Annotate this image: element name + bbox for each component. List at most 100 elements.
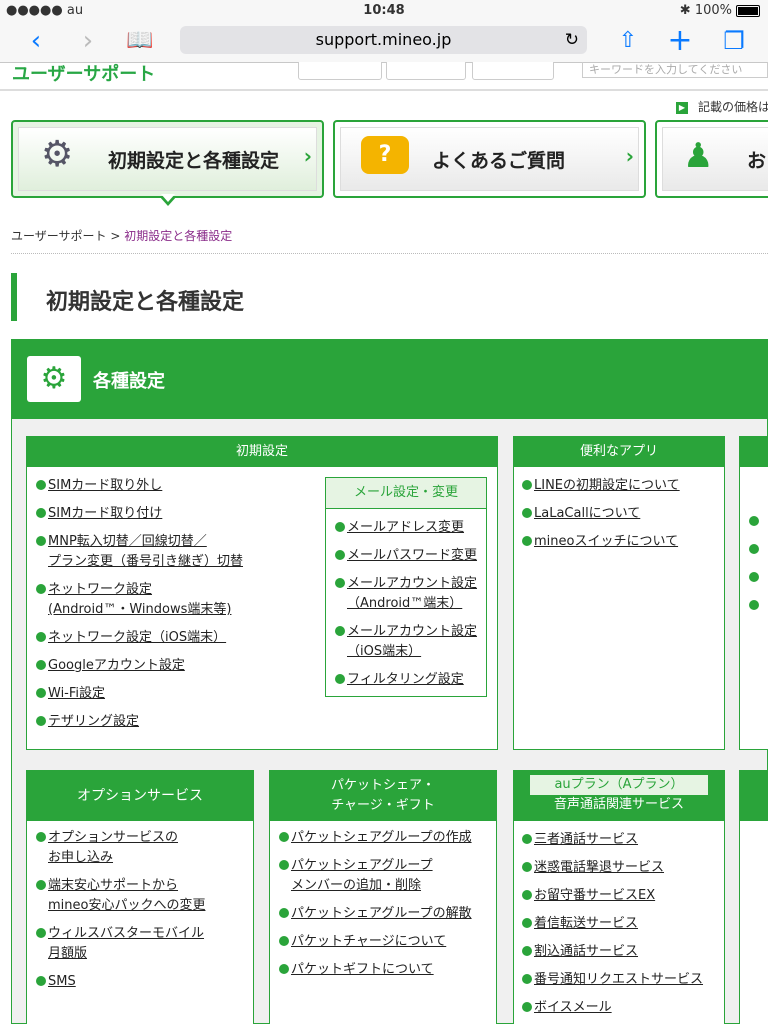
bullet-icon: [522, 480, 532, 490]
bullet-icon: [36, 832, 46, 842]
list-item[interactable]: ボイスメール: [522, 998, 612, 1018]
list-item[interactable]: ネットワーク設定（iOS端末）: [36, 628, 226, 648]
back-icon[interactable]: ‹: [18, 26, 54, 56]
bullet-icon: [36, 536, 46, 546]
header-button-2[interactable]: [386, 62, 466, 80]
bullet-icon: [279, 832, 289, 842]
breadcrumb: ユーザーサポート > 初期設定と各種設定: [11, 229, 233, 243]
list-item[interactable]: メールアカウント設定 （Android™端末）: [335, 574, 477, 614]
clock: 10:48: [363, 3, 405, 18]
person-desk-icon: ♟: [683, 136, 714, 176]
box-title: 便利なアプリ: [514, 437, 724, 467]
address-bar[interactable]: support.mineo.jp ↻: [180, 26, 587, 54]
box-title: auプラン（Aプラン） 音声通話関連サービス: [514, 771, 724, 821]
bullet-icon: [279, 908, 289, 918]
list-item[interactable]: 端末安心サポートから mineo安心パックへの変更: [36, 876, 205, 916]
list-item[interactable]: LaLaCallについて: [522, 504, 640, 524]
tabs-icon[interactable]: ❐: [716, 26, 752, 56]
list-item[interactable]: パケットギフトについて: [279, 960, 434, 980]
box-title: オプションサービス: [27, 771, 253, 821]
chevron-right-icon: ›: [625, 144, 634, 168]
list-item[interactable]: お留守番サービスEX: [522, 886, 655, 906]
list-item[interactable]: フィルタリング設定: [335, 670, 464, 690]
list-item[interactable]: オプションサービスの お申し込み: [36, 828, 178, 868]
bullet-icon: [36, 584, 46, 594]
bullet-icon: [522, 946, 532, 956]
nav-third[interactable]: ♟ お: [655, 120, 768, 198]
page-title: 初期設定と各種設定: [46, 290, 245, 315]
bullet-icon: [522, 508, 532, 518]
list-item[interactable]: MNP転入切替／回線切替／ プラン変更（番号引き継ぎ）切替: [36, 532, 243, 572]
mail-box-title: メール設定・変更: [326, 478, 486, 509]
bullet-icon: [749, 600, 759, 610]
list-item[interactable]: Wi-Fi設定: [36, 684, 105, 704]
list-item[interactable]: メールパスワード変更: [335, 546, 477, 566]
gear-notebook-icon: ⚙: [41, 134, 74, 175]
bullet-icon: [36, 480, 46, 490]
bullet-icon: [36, 688, 46, 698]
bullet-icon: [522, 1002, 532, 1012]
bullet-icon: [335, 550, 345, 560]
chevron-right-icon: ›: [303, 144, 312, 168]
bullet-icon: [36, 508, 46, 518]
box-partial-right: [739, 436, 768, 750]
header-button-1[interactable]: [298, 62, 382, 80]
box-partial-right-2: [739, 770, 768, 1024]
list-item[interactable]: 番号通知リクエストサービス: [522, 970, 703, 990]
reload-icon[interactable]: ↻: [565, 26, 579, 54]
price-note-link[interactable]: ▶ 記載の価格は: [676, 98, 768, 115]
list-item[interactable]: SIMカード取り外し: [36, 476, 162, 496]
active-pointer: [159, 194, 177, 206]
keyword-search-input[interactable]: キーワードを入力してください: [582, 62, 768, 78]
list-item[interactable]: LINEの初期設定について: [522, 476, 680, 496]
list-item[interactable]: 迷惑電話撃退サービス: [522, 858, 664, 878]
list-item[interactable]: パケットシェアグループの解散: [279, 904, 472, 924]
nav-faq[interactable]: ? よくあるご質問 ›: [333, 120, 646, 198]
bookmarks-icon[interactable]: 📖: [122, 26, 158, 56]
list-item[interactable]: ネットワーク設定 (Android™・Windows端末等): [36, 580, 231, 620]
list-item[interactable]: テザリング設定: [36, 712, 139, 732]
section-header: ⚙ 各種設定: [11, 339, 768, 419]
bullet-icon: [522, 918, 532, 928]
list-item[interactable]: 割込通話サービス: [522, 942, 638, 962]
breadcrumb-current: 初期設定と各種設定: [124, 229, 233, 243]
list-item[interactable]: SIMカード取り付け: [36, 504, 162, 524]
list-item[interactable]: SMS: [36, 972, 76, 992]
bullet-icon: [522, 834, 532, 844]
nav-initial-settings[interactable]: ⚙ 初期設定と各種設定 ›: [11, 120, 324, 198]
bullet-icon: [279, 964, 289, 974]
list-item[interactable]: mineoスイッチについて: [522, 532, 678, 552]
header-button-3[interactable]: [472, 62, 554, 80]
bullet-icon: [36, 660, 46, 670]
breadcrumb-home[interactable]: ユーザーサポート: [11, 229, 107, 243]
bullet-icon: [749, 572, 759, 582]
forward-icon[interactable]: ›: [70, 26, 106, 56]
list-item[interactable]: Googleアカウント設定: [36, 656, 185, 676]
bullet-icon: [749, 544, 759, 554]
play-icon: ▶: [676, 101, 688, 114]
bullet-icon: [279, 936, 289, 946]
list-item[interactable]: パケットシェアグループの作成: [279, 828, 472, 848]
list-item[interactable]: パケットチャージについて: [279, 932, 446, 952]
site-logo[interactable]: ユーザーサポート: [12, 62, 155, 86]
list-item[interactable]: メールアカウント設定 （iOS端末）: [335, 622, 477, 662]
box-title: 初期設定: [27, 437, 497, 467]
browser-toolbar: ‹ › 📖 support.mineo.jp ↻ ⇧ + ❐: [0, 22, 768, 63]
site-header: ユーザーサポート キーワードを入力してください: [0, 62, 768, 91]
bullet-icon: [335, 626, 345, 636]
bullet-icon: [522, 862, 532, 872]
question-bubble-icon: ?: [361, 136, 409, 174]
divider: [11, 253, 768, 254]
list-item[interactable]: ウィルスバスターモバイル 月額版: [36, 924, 204, 964]
new-tab-icon[interactable]: +: [662, 26, 698, 56]
bullet-icon: [335, 674, 345, 684]
share-icon[interactable]: ⇧: [610, 26, 646, 56]
list-item[interactable]: メールアドレス変更: [335, 518, 464, 538]
list-item[interactable]: 着信転送サービス: [522, 914, 638, 934]
battery-icon: [736, 4, 760, 17]
bullet-icon: [522, 974, 532, 984]
list-item[interactable]: 三者通話サービス: [522, 830, 638, 850]
bullet-icon: [522, 536, 532, 546]
box-subtitle: auプラン（Aプラン）: [530, 775, 708, 795]
list-item[interactable]: パケットシェアグループ メンバーの追加・削除: [279, 856, 433, 896]
